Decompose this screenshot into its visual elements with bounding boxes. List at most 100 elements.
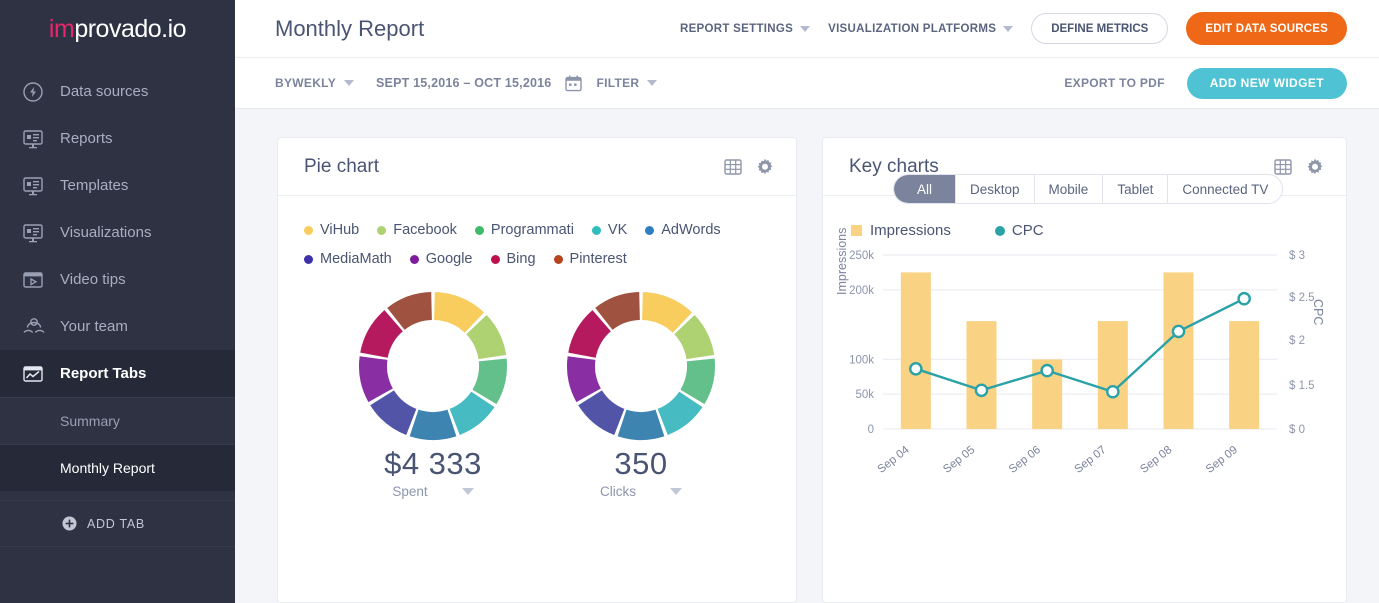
y-axis-tick: 200k — [849, 285, 874, 297]
tab-tablet[interactable]: Tablet — [1103, 175, 1169, 203]
legend-color-dot — [645, 225, 655, 235]
export-to-pdf-button[interactable]: EXPORT TO PDF — [1064, 76, 1164, 90]
legend-item[interactable]: Programmati — [474, 222, 574, 238]
donut-segment[interactable] — [409, 409, 457, 440]
legend-label: CPC — [1011, 222, 1044, 239]
add-tab-button[interactable]: ADD TAB — [0, 500, 235, 547]
legend-item[interactable]: Facebook — [377, 222, 457, 238]
chevron-down-icon[interactable] — [461, 488, 474, 495]
pie-card-title: Pie chart — [304, 155, 379, 177]
legend-label: MediaMath — [320, 251, 392, 267]
sidebar-item-templates[interactable]: Templates — [0, 162, 235, 209]
logo-suffix: provado.io — [74, 14, 187, 43]
bolt-circle-icon — [22, 81, 60, 103]
legend-item-cpc[interactable]: CPC — [994, 222, 1044, 239]
line-series — [915, 297, 1245, 394]
add-new-widget-button[interactable]: ADD NEW WIDGET — [1186, 67, 1347, 99]
sidebar-item-visualizations[interactable]: Visualizations — [0, 209, 235, 256]
data-point[interactable] — [1106, 384, 1120, 399]
pie-legend-row: ViHub Facebook Programmati VK AdWords — [304, 222, 770, 238]
device-tabs: All Desktop Mobile Tablet Connected TV — [893, 174, 1284, 204]
legend-label: Pinterest — [569, 251, 627, 267]
period-selector[interactable]: BYWEKLY — [275, 76, 354, 90]
table-grid-icon[interactable] — [1274, 158, 1292, 176]
donut-label: Spent — [392, 484, 428, 499]
legend-color-dot — [409, 254, 419, 264]
chevron-down-icon[interactable] — [670, 488, 682, 495]
data-point[interactable] — [1040, 363, 1054, 378]
chevron-down-icon — [344, 80, 354, 86]
legend-item[interactable]: Pinterest — [553, 251, 627, 267]
combo-chart[interactable]: Impressions CPC 0 50k 100k 200k 250k $ 0 $ 1.5… — [831, 228, 1331, 489]
filter-selector[interactable]: FILTER — [596, 76, 658, 90]
legend-item[interactable]: Google — [409, 251, 473, 267]
tab-all[interactable]: All — [894, 175, 957, 203]
table-grid-icon[interactable] — [724, 158, 742, 176]
data-point[interactable] — [1237, 291, 1251, 306]
legend-color-dot — [474, 225, 484, 235]
x-axis-tick: Sep 04 — [876, 444, 913, 476]
donut-chart-svg[interactable] — [565, 290, 717, 442]
monitor-report-icon — [22, 129, 60, 149]
bar[interactable] — [1163, 272, 1194, 429]
tab-desktop[interactable]: Desktop — [956, 175, 1035, 203]
legend-item[interactable]: AdWords — [645, 222, 721, 238]
legend-color-square — [851, 225, 862, 236]
bar[interactable] — [900, 272, 931, 429]
tab-connected-tv[interactable]: Connected TV — [1168, 175, 1282, 203]
bar[interactable] — [1229, 321, 1260, 429]
legend-item-impressions[interactable]: Impressions — [851, 222, 951, 239]
legend-color-dot — [591, 225, 601, 235]
legend-color-dot — [490, 254, 500, 264]
sidebar-subitem-summary[interactable]: Summary — [0, 397, 235, 444]
filter-toolbar: BYWEKLY SEPT 15,2016 – OCT 15,2016 FILTE… — [235, 58, 1379, 109]
donut-segment[interactable] — [617, 409, 665, 440]
legend-label: ViHub — [320, 222, 360, 238]
sidebar-item-report-tabs[interactable]: Report Tabs — [0, 350, 235, 397]
calendar-icon[interactable] — [565, 75, 583, 92]
pie-card-icons — [724, 158, 774, 176]
chevron-down-icon — [647, 80, 658, 86]
data-point[interactable] — [909, 362, 923, 376]
pie-card-header: Pie chart — [278, 138, 796, 196]
data-point[interactable] — [1171, 324, 1186, 339]
donut-charts: $4 333 Spent 350 Clicks — [278, 290, 796, 499]
tab-mobile[interactable]: Mobile — [1035, 175, 1104, 203]
y-axis-tick: 100k — [849, 354, 874, 366]
sidebar-item-data-sources[interactable]: Data sources — [0, 68, 235, 115]
gear-icon[interactable] — [1306, 158, 1324, 176]
y-axis-tick: 50k — [855, 389, 874, 401]
logo-prefix: im — [48, 14, 75, 43]
sidebar-item-label: Report Tabs — [60, 365, 147, 382]
logo[interactable]: improvado.io — [0, 0, 235, 58]
visualization-platforms-menu[interactable]: VISUALIZATION PLATFORMS — [828, 23, 1014, 35]
data-point[interactable] — [974, 383, 989, 398]
legend-item[interactable]: VK — [591, 222, 628, 238]
legend-item[interactable]: ViHub — [304, 222, 359, 238]
donut-clicks: 350 Clicks — [565, 290, 717, 499]
toolbar-actions: EXPORT TO PDF ADD NEW WIDGET — [1064, 67, 1347, 99]
date-range-label[interactable]: SEPT 15,2016 – OCT 15,2016 — [376, 76, 551, 90]
bar[interactable] — [966, 321, 997, 429]
define-metrics-button[interactable]: DEFINE METRICS — [1031, 13, 1169, 44]
sidebar-item-your-team[interactable]: Your team — [0, 303, 235, 350]
legend-item[interactable]: MediaMath — [304, 251, 392, 267]
sidebar-subitem-monthly-report[interactable]: Monthly Report — [0, 444, 235, 491]
gear-icon[interactable] — [756, 158, 774, 176]
legend-label: VK — [607, 222, 628, 238]
pie-chart-widget: Pie chart ViHub Facebook Programmati VK … — [277, 137, 797, 603]
donut-chart-svg[interactable] — [357, 290, 509, 442]
sidebar-item-label: Visualizations — [60, 224, 152, 241]
x-axis-tick: Sep 07 — [1073, 444, 1109, 476]
legend-item[interactable]: Bing — [490, 251, 536, 267]
bar[interactable] — [1097, 321, 1128, 429]
legend-color-dot — [553, 254, 563, 264]
sidebar-item-reports[interactable]: Reports — [0, 115, 235, 162]
app-root: improvado.io Data sources Reports Templa… — [0, 0, 1379, 603]
sidebar-subitem-label: Monthly Report — [60, 460, 155, 476]
sidebar-item-video-tips[interactable]: Video tips — [0, 256, 235, 303]
key-card-header: Key charts All Desktop Mobile Tablet Con… — [823, 138, 1346, 204]
report-settings-menu[interactable]: REPORT SETTINGS — [680, 23, 811, 35]
edit-data-sources-button[interactable]: EDIT DATA SOURCES — [1186, 12, 1347, 45]
add-tab-label: ADD TAB — [87, 516, 145, 531]
